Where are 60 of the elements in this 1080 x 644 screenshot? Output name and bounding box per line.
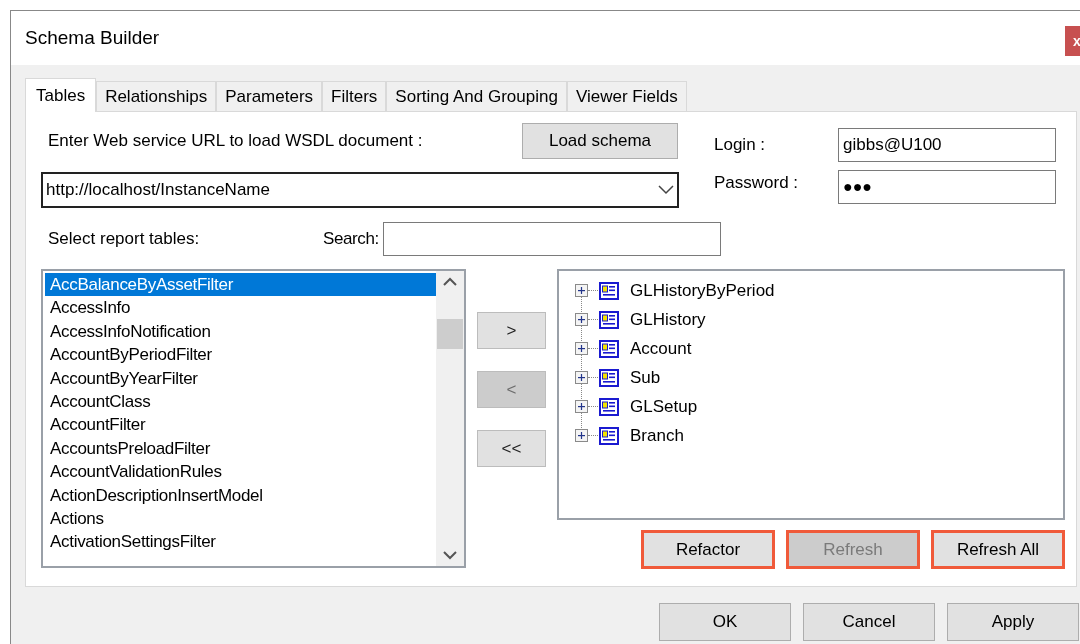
dialog-button[interactable]: OK: [659, 603, 791, 641]
load-schema-button[interactable]: Load schema: [522, 123, 678, 159]
chevron-down-icon: [658, 185, 674, 195]
tree-node[interactable]: GLSetup: [630, 393, 698, 420]
login-field[interactable]: gibbs@U100: [838, 128, 1056, 162]
table-icon: [598, 367, 620, 388]
expand-icon[interactable]: [575, 342, 588, 355]
list-item[interactable]: AccountByYearFilter: [45, 366, 436, 390]
dialog-button[interactable]: Apply: [947, 603, 1079, 641]
tab[interactable]: Sorting And Grouping: [386, 81, 567, 111]
dialog-button[interactable]: Cancel: [803, 603, 935, 641]
tables-label: Select report tables:: [48, 228, 201, 251]
tab[interactable]: Parameters: [216, 81, 323, 111]
expand-icon[interactable]: [575, 429, 588, 442]
tree-node[interactable]: Branch: [630, 422, 684, 449]
password-label: Password :: [714, 172, 800, 194]
list-item[interactable]: AccountValidationRules: [45, 460, 436, 484]
list-item[interactable]: AccountFilter: [45, 413, 436, 437]
window-title: Schema Builder: [25, 25, 160, 50]
list-item[interactable]: AccountByPeriodFilter: [45, 343, 436, 367]
list-item[interactable]: AccountClass: [45, 389, 436, 414]
search-label: Search:: [323, 228, 380, 251]
list-item[interactable]: ActivationSettingsFilter: [45, 530, 436, 554]
tab[interactable]: Viewer Fields: [566, 81, 687, 111]
expand-icon[interactable]: [575, 400, 588, 413]
tab[interactable]: Relationships: [96, 81, 217, 111]
list-item[interactable]: AccessInfo: [45, 296, 436, 320]
scroll-thumb[interactable]: [437, 318, 463, 349]
url-label: Enter Web service URL to load WSDL document :: [48, 130, 424, 153]
tab[interactable]: Filters: [322, 81, 387, 111]
list-item[interactable]: Actions: [45, 506, 436, 531]
close-button[interactable]: x: [1065, 26, 1080, 56]
tab[interactable]: Tables: [25, 78, 97, 112]
list-item[interactable]: AccountsPreloadFilter: [45, 436, 436, 461]
scroll-up-icon[interactable]: [443, 277, 457, 286]
table-icon: [598, 425, 620, 446]
action-button[interactable]: Refactor: [641, 530, 775, 569]
list-item[interactable]: AccBalanceByAssetFilter: [45, 273, 436, 297]
scrollbar[interactable]: [436, 271, 464, 566]
action-button[interactable]: Refresh All: [931, 530, 1065, 569]
tree-node[interactable]: GLHistory: [630, 306, 706, 333]
list-item[interactable]: ActionDescriptionInsertModel: [45, 483, 436, 507]
table-icon: [598, 338, 620, 359]
table-icon: [598, 309, 620, 330]
scroll-down-icon[interactable]: [443, 551, 457, 560]
list-item[interactable]: AccessInfoNotification: [45, 319, 436, 344]
password-field[interactable]: ●●●: [838, 170, 1056, 204]
expand-icon[interactable]: [575, 284, 588, 297]
move-button[interactable]: >: [477, 312, 546, 349]
expand-icon[interactable]: [575, 313, 588, 326]
expand-icon[interactable]: [575, 371, 588, 384]
table-icon: [598, 396, 620, 417]
table-icon: [598, 280, 620, 301]
move-button[interactable]: <<: [477, 430, 546, 467]
login-label: Login :: [714, 134, 767, 157]
search-field[interactable]: [383, 222, 721, 256]
tree-node[interactable]: Sub: [630, 364, 661, 391]
tree-node[interactable]: Account: [630, 335, 692, 362]
tree-node[interactable]: GLHistoryByPeriod: [630, 277, 775, 304]
url-combo-box[interactable]: http://localhost/InstanceName: [41, 172, 679, 208]
